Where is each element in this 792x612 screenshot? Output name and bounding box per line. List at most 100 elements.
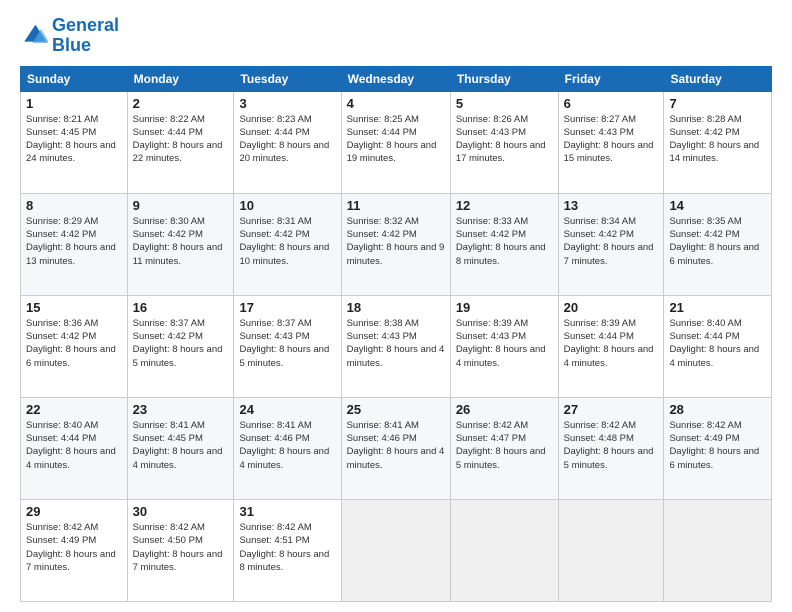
day-number: 10: [239, 198, 335, 213]
day-number: 21: [669, 300, 766, 315]
day-number: 8: [26, 198, 122, 213]
day-info: Sunrise: 8:41 AM Sunset: 4:45 PM Dayligh…: [133, 419, 229, 472]
day-number: 26: [456, 402, 553, 417]
logo-icon: [20, 22, 48, 50]
calendar-cell: 21 Sunrise: 8:40 AM Sunset: 4:44 PM Dayl…: [664, 295, 772, 397]
calendar-cell: 11 Sunrise: 8:32 AM Sunset: 4:42 PM Dayl…: [341, 193, 450, 295]
day-number: 27: [564, 402, 659, 417]
calendar-cell: 15 Sunrise: 8:36 AM Sunset: 4:42 PM Dayl…: [21, 295, 128, 397]
day-info: Sunrise: 8:34 AM Sunset: 4:42 PM Dayligh…: [564, 215, 659, 268]
calendar-cell: 26 Sunrise: 8:42 AM Sunset: 4:47 PM Dayl…: [450, 397, 558, 499]
calendar-cell: 13 Sunrise: 8:34 AM Sunset: 4:42 PM Dayl…: [558, 193, 664, 295]
day-number: 4: [347, 96, 445, 111]
calendar-cell: 5 Sunrise: 8:26 AM Sunset: 4:43 PM Dayli…: [450, 91, 558, 193]
day-number: 25: [347, 402, 445, 417]
calendar-cell: 16 Sunrise: 8:37 AM Sunset: 4:42 PM Dayl…: [127, 295, 234, 397]
day-info: Sunrise: 8:29 AM Sunset: 4:42 PM Dayligh…: [26, 215, 122, 268]
day-number: 29: [26, 504, 122, 519]
weekday-header-sunday: Sunday: [21, 66, 128, 91]
day-info: Sunrise: 8:33 AM Sunset: 4:42 PM Dayligh…: [456, 215, 553, 268]
calendar-cell: 8 Sunrise: 8:29 AM Sunset: 4:42 PM Dayli…: [21, 193, 128, 295]
day-info: Sunrise: 8:40 AM Sunset: 4:44 PM Dayligh…: [669, 317, 766, 370]
calendar-cell: 24 Sunrise: 8:41 AM Sunset: 4:46 PM Dayl…: [234, 397, 341, 499]
day-number: 19: [456, 300, 553, 315]
calendar-cell: 10 Sunrise: 8:31 AM Sunset: 4:42 PM Dayl…: [234, 193, 341, 295]
calendar-cell: 4 Sunrise: 8:25 AM Sunset: 4:44 PM Dayli…: [341, 91, 450, 193]
day-info: Sunrise: 8:37 AM Sunset: 4:42 PM Dayligh…: [133, 317, 229, 370]
calendar-cell: 18 Sunrise: 8:38 AM Sunset: 4:43 PM Dayl…: [341, 295, 450, 397]
weekday-header-saturday: Saturday: [664, 66, 772, 91]
day-info: Sunrise: 8:27 AM Sunset: 4:43 PM Dayligh…: [564, 113, 659, 166]
calendar-cell: 19 Sunrise: 8:39 AM Sunset: 4:43 PM Dayl…: [450, 295, 558, 397]
week-row-4: 22 Sunrise: 8:40 AM Sunset: 4:44 PM Dayl…: [21, 397, 772, 499]
day-number: 9: [133, 198, 229, 213]
calendar-cell: 2 Sunrise: 8:22 AM Sunset: 4:44 PM Dayli…: [127, 91, 234, 193]
week-row-3: 15 Sunrise: 8:36 AM Sunset: 4:42 PM Dayl…: [21, 295, 772, 397]
calendar-cell: 7 Sunrise: 8:28 AM Sunset: 4:42 PM Dayli…: [664, 91, 772, 193]
logo-text: General Blue: [52, 16, 119, 56]
day-number: 30: [133, 504, 229, 519]
day-number: 12: [456, 198, 553, 213]
day-number: 16: [133, 300, 229, 315]
calendar-cell: 28 Sunrise: 8:42 AM Sunset: 4:49 PM Dayl…: [664, 397, 772, 499]
calendar-cell: 30 Sunrise: 8:42 AM Sunset: 4:50 PM Dayl…: [127, 499, 234, 601]
day-number: 17: [239, 300, 335, 315]
day-number: 31: [239, 504, 335, 519]
calendar-cell: 14 Sunrise: 8:35 AM Sunset: 4:42 PM Dayl…: [664, 193, 772, 295]
day-info: Sunrise: 8:39 AM Sunset: 4:44 PM Dayligh…: [564, 317, 659, 370]
logo: General Blue: [20, 16, 119, 56]
day-info: Sunrise: 8:42 AM Sunset: 4:50 PM Dayligh…: [133, 521, 229, 574]
weekday-header-wednesday: Wednesday: [341, 66, 450, 91]
day-info: Sunrise: 8:42 AM Sunset: 4:49 PM Dayligh…: [26, 521, 122, 574]
day-info: Sunrise: 8:37 AM Sunset: 4:43 PM Dayligh…: [239, 317, 335, 370]
day-info: Sunrise: 8:42 AM Sunset: 4:51 PM Dayligh…: [239, 521, 335, 574]
day-number: 7: [669, 96, 766, 111]
calendar-cell: 25 Sunrise: 8:41 AM Sunset: 4:46 PM Dayl…: [341, 397, 450, 499]
day-info: Sunrise: 8:25 AM Sunset: 4:44 PM Dayligh…: [347, 113, 445, 166]
day-number: 15: [26, 300, 122, 315]
calendar-cell: 12 Sunrise: 8:33 AM Sunset: 4:42 PM Dayl…: [450, 193, 558, 295]
day-number: 3: [239, 96, 335, 111]
day-info: Sunrise: 8:26 AM Sunset: 4:43 PM Dayligh…: [456, 113, 553, 166]
calendar-cell: 6 Sunrise: 8:27 AM Sunset: 4:43 PM Dayli…: [558, 91, 664, 193]
day-number: 6: [564, 96, 659, 111]
day-info: Sunrise: 8:42 AM Sunset: 4:48 PM Dayligh…: [564, 419, 659, 472]
day-info: Sunrise: 8:22 AM Sunset: 4:44 PM Dayligh…: [133, 113, 229, 166]
calendar: SundayMondayTuesdayWednesdayThursdayFrid…: [20, 66, 772, 602]
day-number: 11: [347, 198, 445, 213]
calendar-cell: [664, 499, 772, 601]
calendar-cell: 20 Sunrise: 8:39 AM Sunset: 4:44 PM Dayl…: [558, 295, 664, 397]
day-info: Sunrise: 8:35 AM Sunset: 4:42 PM Dayligh…: [669, 215, 766, 268]
day-info: Sunrise: 8:36 AM Sunset: 4:42 PM Dayligh…: [26, 317, 122, 370]
day-info: Sunrise: 8:42 AM Sunset: 4:49 PM Dayligh…: [669, 419, 766, 472]
day-info: Sunrise: 8:41 AM Sunset: 4:46 PM Dayligh…: [239, 419, 335, 472]
weekday-header-friday: Friday: [558, 66, 664, 91]
day-info: Sunrise: 8:21 AM Sunset: 4:45 PM Dayligh…: [26, 113, 122, 166]
day-number: 1: [26, 96, 122, 111]
calendar-cell: 17 Sunrise: 8:37 AM Sunset: 4:43 PM Dayl…: [234, 295, 341, 397]
calendar-cell: 29 Sunrise: 8:42 AM Sunset: 4:49 PM Dayl…: [21, 499, 128, 601]
day-info: Sunrise: 8:41 AM Sunset: 4:46 PM Dayligh…: [347, 419, 445, 472]
calendar-cell: 1 Sunrise: 8:21 AM Sunset: 4:45 PM Dayli…: [21, 91, 128, 193]
day-info: Sunrise: 8:40 AM Sunset: 4:44 PM Dayligh…: [26, 419, 122, 472]
calendar-cell: 31 Sunrise: 8:42 AM Sunset: 4:51 PM Dayl…: [234, 499, 341, 601]
day-number: 14: [669, 198, 766, 213]
day-info: Sunrise: 8:39 AM Sunset: 4:43 PM Dayligh…: [456, 317, 553, 370]
week-row-5: 29 Sunrise: 8:42 AM Sunset: 4:49 PM Dayl…: [21, 499, 772, 601]
day-info: Sunrise: 8:32 AM Sunset: 4:42 PM Dayligh…: [347, 215, 445, 268]
day-info: Sunrise: 8:28 AM Sunset: 4:42 PM Dayligh…: [669, 113, 766, 166]
weekday-header-monday: Monday: [127, 66, 234, 91]
day-number: 22: [26, 402, 122, 417]
day-number: 13: [564, 198, 659, 213]
day-number: 23: [133, 402, 229, 417]
calendar-cell: 3 Sunrise: 8:23 AM Sunset: 4:44 PM Dayli…: [234, 91, 341, 193]
calendar-cell: 27 Sunrise: 8:42 AM Sunset: 4:48 PM Dayl…: [558, 397, 664, 499]
day-info: Sunrise: 8:38 AM Sunset: 4:43 PM Dayligh…: [347, 317, 445, 370]
day-info: Sunrise: 8:42 AM Sunset: 4:47 PM Dayligh…: [456, 419, 553, 472]
calendar-cell: [341, 499, 450, 601]
calendar-cell: 22 Sunrise: 8:40 AM Sunset: 4:44 PM Dayl…: [21, 397, 128, 499]
weekday-header-thursday: Thursday: [450, 66, 558, 91]
calendar-cell: [450, 499, 558, 601]
day-number: 28: [669, 402, 766, 417]
day-number: 24: [239, 402, 335, 417]
